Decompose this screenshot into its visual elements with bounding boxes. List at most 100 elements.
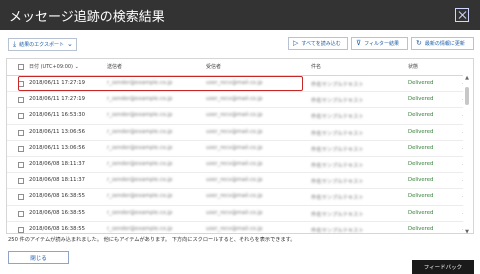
filter-results-label: フィルター結果 bbox=[364, 41, 400, 47]
row-date: 2018/06/08 16:38:55 bbox=[29, 209, 86, 216]
row-recipient: user_recv@mail.co.jp bbox=[206, 80, 263, 86]
export-results-button[interactable]: ⤓ 結果のエクスポート ⌄ bbox=[8, 38, 77, 51]
table-row[interactable]: 2018/06/08 16:38:55 r_sender@example.co.… bbox=[7, 206, 463, 222]
download-icon: ⤓ bbox=[13, 40, 17, 48]
row-date: 2018/06/08 16:38:55 bbox=[29, 193, 86, 200]
row-date: 2018/06/08 18:11:37 bbox=[29, 177, 86, 184]
row-recipient: user_recv@mail.co.jp bbox=[206, 96, 263, 103]
row-sender: r_sender@example.co.jp bbox=[107, 128, 173, 135]
row-subject: 件名サンプルテキスト bbox=[311, 114, 364, 121]
row-subject: 件名サンプルテキスト bbox=[311, 211, 364, 218]
row-recipient: user_recv@mail.co.jp bbox=[206, 128, 263, 135]
table-row[interactable]: 2018/06/08 18:11:37 r_sender@example.co.… bbox=[7, 173, 463, 190]
row-sender: r_sender@example.co.jp bbox=[107, 112, 173, 119]
row-checkbox[interactable] bbox=[18, 194, 24, 201]
row-status: Delivered bbox=[408, 144, 434, 151]
feedback-button[interactable]: フィードバック bbox=[412, 260, 474, 274]
column-header-status[interactable]: 状態 bbox=[408, 63, 418, 70]
close-icon[interactable] bbox=[455, 8, 469, 22]
close-button[interactable]: 閉じる bbox=[8, 251, 69, 264]
chevron-down-icon: ⌄ bbox=[66, 40, 73, 48]
row-recipient: user_recv@mail.co.jp bbox=[206, 209, 263, 216]
row-date: 2018/06/11 13:06:56 bbox=[29, 128, 86, 135]
row-date: 2018/06/11 17:27:19 bbox=[29, 80, 86, 86]
refresh-label: 最新の情報に更新 bbox=[424, 41, 465, 47]
row-checkbox[interactable] bbox=[18, 178, 24, 185]
row-checkbox[interactable] bbox=[18, 81, 24, 87]
refresh-button[interactable]: ↻ 最新の情報に更新 bbox=[411, 37, 474, 50]
row-sender: r_sender@example.co.jp bbox=[107, 144, 173, 151]
row-subject: 件名サンプルテキスト bbox=[311, 146, 364, 153]
table-row[interactable]: 2018/06/11 13:06:56 r_sender@example.co.… bbox=[7, 141, 463, 157]
title-bar: メッセージ追跡の検索結果 bbox=[0, 0, 480, 30]
table-body: 2018/06/11 17:27:19 r_sender@example.co.… bbox=[7, 76, 463, 234]
row-checkbox[interactable] bbox=[18, 145, 24, 152]
row-recipient: user_recv@mail.co.jp bbox=[206, 225, 263, 232]
row-sender: r_sender@example.co.jp bbox=[107, 193, 173, 200]
play-icon: ▷ bbox=[293, 39, 299, 47]
row-sender: r_sender@example.co.jp bbox=[107, 80, 173, 86]
row-subject: 件名サンプルテキスト bbox=[311, 179, 364, 186]
row-subject: 件名サンプルテキスト bbox=[311, 98, 364, 105]
column-header-date[interactable]: 日付 (UTC+09:00) ⌄ bbox=[29, 63, 79, 70]
row-sender: r_sender@example.co.jp bbox=[107, 96, 173, 103]
table-row[interactable]: 2018/06/11 16:53:30 r_sender@example.co.… bbox=[7, 108, 463, 125]
scroll-up-icon[interactable]: ▲ bbox=[464, 75, 470, 81]
refresh-icon: ↻ bbox=[416, 39, 422, 47]
export-results-label: 結果のエクスポート bbox=[19, 42, 64, 48]
row-checkbox[interactable] bbox=[18, 210, 24, 217]
row-checkbox[interactable] bbox=[18, 97, 24, 104]
row-status: Delivered bbox=[408, 128, 434, 135]
row-checkbox[interactable] bbox=[18, 113, 24, 120]
table-row[interactable]: 2018/06/11 17:27:19 r_sender@example.co.… bbox=[7, 92, 463, 109]
row-status: Delivered bbox=[408, 177, 434, 184]
row-recipient: user_recv@mail.co.jp bbox=[206, 161, 263, 167]
row-status: Delivered bbox=[408, 193, 434, 200]
table-header: 日付 (UTC+09:00) ⌄ 送信者 受信者 件名 状態 bbox=[7, 59, 463, 76]
sort-chevron-down-icon: ⌄ bbox=[74, 64, 79, 70]
column-header-recipient[interactable]: 受信者 bbox=[206, 63, 221, 70]
row-date: 2018/06/11 17:27:19 bbox=[29, 96, 86, 103]
row-subject: 件名サンプルテキスト bbox=[311, 130, 364, 137]
row-recipient: user_recv@mail.co.jp bbox=[206, 112, 263, 119]
scroll-thumb[interactable] bbox=[465, 87, 469, 105]
row-subject: 件名サンプルテキスト bbox=[311, 195, 364, 202]
row-date: 2018/06/11 16:53:30 bbox=[29, 112, 86, 119]
row-checkbox[interactable] bbox=[18, 162, 24, 168]
column-header-subject[interactable]: 件名 bbox=[311, 63, 321, 70]
row-sender: r_sender@example.co.jp bbox=[107, 225, 173, 232]
vertical-scrollbar[interactable]: ▲ ▼ bbox=[462, 75, 472, 235]
row-status: Delivered bbox=[408, 112, 434, 119]
row-subject: 件名サンプルテキスト bbox=[311, 163, 364, 169]
row-date: 2018/06/08 18:11:37 bbox=[29, 161, 86, 167]
dialog-title: メッセージ追跡の検索結果 bbox=[9, 10, 165, 25]
row-status: Delivered bbox=[408, 96, 434, 103]
row-status: Delivered bbox=[408, 225, 434, 232]
row-status: Delivered bbox=[408, 80, 434, 86]
row-checkbox[interactable] bbox=[18, 129, 24, 136]
table-row[interactable]: 2018/06/08 18:11:37 r_sender@example.co.… bbox=[7, 157, 463, 174]
row-sender: r_sender@example.co.jp bbox=[107, 177, 173, 184]
column-header-sender[interactable]: 送信者 bbox=[107, 63, 122, 70]
results-summary: 250 件のアイテムが読み込まれました。 他にもアイテムがあります。 下方向にス… bbox=[8, 237, 296, 243]
row-subject: 件名サンプルテキスト bbox=[311, 82, 364, 88]
row-recipient: user_recv@mail.co.jp bbox=[206, 193, 263, 200]
table-row[interactable]: 2018/06/11 13:06:56 r_sender@example.co.… bbox=[7, 125, 463, 141]
message-trace-results-grid: 日付 (UTC+09:00) ⌄ 送信者 受信者 件名 状態 2018/06/1… bbox=[6, 58, 474, 234]
row-recipient: user_recv@mail.co.jp bbox=[206, 177, 263, 184]
column-date-label: 日付 (UTC+09:00) bbox=[29, 64, 74, 70]
row-checkbox[interactable] bbox=[18, 226, 24, 233]
read-all-button[interactable]: ▷ すべてを読み込む bbox=[288, 37, 348, 50]
row-date: 2018/06/11 13:06:56 bbox=[29, 144, 86, 151]
table-row[interactable]: 2018/06/08 16:38:55 r_sender@example.co.… bbox=[7, 222, 463, 234]
row-recipient: user_recv@mail.co.jp bbox=[206, 144, 263, 151]
row-subject: 件名サンプルテキスト bbox=[311, 227, 364, 234]
row-status: Delivered bbox=[408, 209, 434, 216]
row-sender: r_sender@example.co.jp bbox=[107, 161, 173, 167]
row-date: 2018/06/08 16:38:55 bbox=[29, 225, 86, 232]
table-row[interactable]: 2018/06/08 16:38:55 r_sender@example.co.… bbox=[7, 189, 463, 206]
table-row[interactable]: 2018/06/11 17:27:19 r_sender@example.co.… bbox=[7, 76, 463, 93]
filter-results-button[interactable]: ⊽ フィルター結果 bbox=[351, 37, 408, 50]
scroll-down-icon[interactable]: ▼ bbox=[464, 229, 470, 235]
select-all-checkbox[interactable] bbox=[18, 64, 24, 70]
